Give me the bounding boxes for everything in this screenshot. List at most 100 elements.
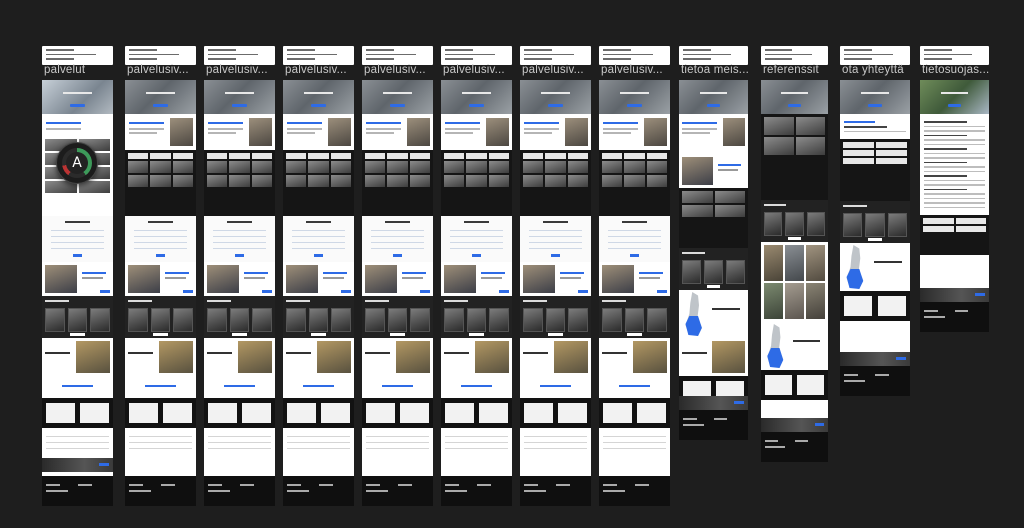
references-section [599,296,670,338]
page-thumbnail[interactable] [42,80,113,476]
hero-section [761,80,828,114]
frame-label: referenssit [763,64,819,76]
avatar-initial: A [66,152,88,174]
frame-label: palvelusiv... [206,64,268,76]
faq-section [441,428,512,458]
page-thumbnail[interactable] [283,80,354,476]
page-thumbnail[interactable] [520,80,591,476]
map-section [679,290,748,338]
contact-form [520,216,591,262]
references-section [362,296,433,338]
page-thumbnail[interactable] [599,80,670,476]
page-thumbnail[interactable] [204,80,275,476]
footer [204,476,275,506]
footer-banner [679,396,748,410]
frame-note [920,46,989,65]
map-section [761,322,828,370]
frame-note [761,46,828,65]
image-split [204,338,275,376]
cta-section [520,398,591,428]
dark-services [283,150,354,216]
dark-services [599,150,670,216]
faq-section [125,428,196,458]
dark-team [679,188,748,248]
image-split [283,338,354,376]
quote-section [599,376,670,398]
frame-note [42,46,113,65]
intro-section [204,114,275,150]
footer [362,476,433,506]
page-thumbnail[interactable] [761,80,828,418]
page-thumbnail[interactable] [920,80,989,300]
page-thumbnail[interactable] [362,80,433,476]
frame-label: ota yhteyttä [842,64,904,76]
contact-info [840,114,910,139]
quote-section [204,376,275,398]
footer [679,410,748,440]
frame-note [362,46,433,65]
contact-form [283,216,354,262]
footer [761,432,828,462]
footer [520,476,591,506]
cta-section [42,398,113,428]
frame-note [283,46,354,65]
image-split [599,338,670,376]
footer [42,476,113,506]
split-section [204,262,275,296]
faq-section [599,428,670,458]
contact-form [42,216,113,262]
contact-form-dark [920,215,989,255]
frame-note [679,46,748,65]
cta-section [125,398,196,428]
split-section [362,262,433,296]
split-section [441,262,512,296]
split-section [283,262,354,296]
intro-section [283,114,354,150]
intro-section [599,114,670,150]
cta-section [441,398,512,428]
faq-section [520,428,591,458]
footer-banner [920,288,989,302]
references-section [125,296,196,338]
hero-section [42,80,113,114]
footer [125,476,196,506]
cta-section [599,398,670,428]
map-section [840,243,910,291]
page-thumbnail[interactable] [840,80,910,352]
contact-form [441,216,512,262]
references-section [761,200,828,242]
cta-section [283,398,354,428]
split-section [520,262,591,296]
page-thumbnail[interactable] [679,80,748,396]
dark-services [125,150,196,216]
contact-form-dark [840,139,910,201]
page-thumbnail[interactable] [125,80,196,476]
contact-form [125,216,196,262]
image-split [441,338,512,376]
footer-banner [42,458,113,472]
footer [840,366,910,396]
hero-section [679,80,748,114]
reference-grid [761,114,828,200]
cta-section [761,370,828,400]
references-section [283,296,354,338]
hero-section [520,80,591,114]
faq-section [283,428,354,458]
dark-services [204,150,275,216]
references-section [520,296,591,338]
intro-section [42,114,113,136]
contact-form [599,216,670,262]
quote-section [520,376,591,398]
references-section [679,248,748,290]
user-avatar-icon[interactable]: A [56,142,98,184]
footer [599,476,670,506]
cta-section [204,398,275,428]
hero-section [283,80,354,114]
frame-label: palvelusiv... [522,64,584,76]
frame-note [599,46,670,65]
footer [283,476,354,506]
image-split [520,338,591,376]
frame-label: tietosuojas... [922,64,990,76]
page-thumbnail[interactable] [441,80,512,476]
hero-section [204,80,275,114]
